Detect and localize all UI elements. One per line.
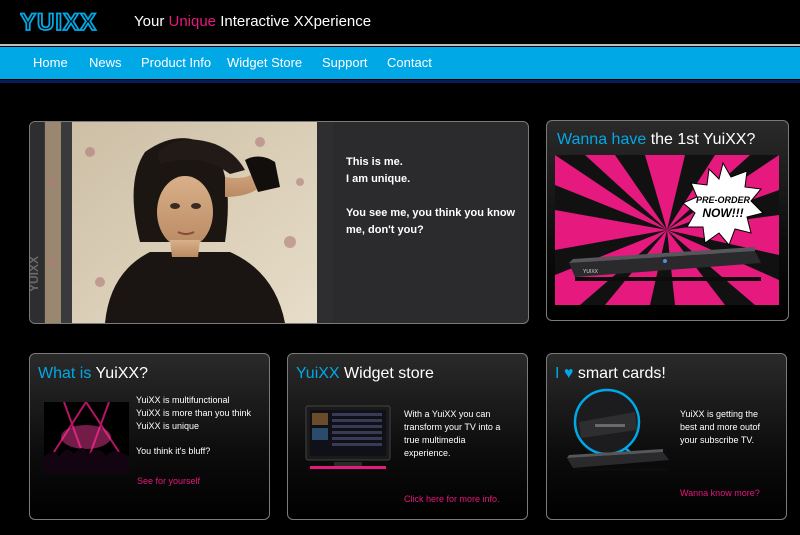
nav-item-home[interactable]: Home	[21, 47, 80, 83]
svg-text:NOW!!!: NOW!!!	[702, 206, 743, 220]
card-smart-cards: I ♥ smart cards! YuiXX is getting the be…	[546, 353, 787, 520]
card-what-is-text: YuiXX is multifunctional YuiXX is more t…	[136, 395, 252, 456]
site-tagline: Your Unique Interactive XXperience	[134, 13, 372, 30]
site-header: YUIXX Your Unique Interactive XXperience	[0, 0, 800, 44]
heart-icon: ♥	[563, 365, 574, 382]
preorder-panel[interactable]: Wanna have the 1st YuiXX? PRE-ORDER NOW!…	[546, 120, 789, 321]
card-widget-store-text: With a YuiXX you can transform your TV i…	[404, 409, 501, 458]
svg-text:YUIXX: YUIXX	[20, 9, 97, 36]
preorder-title: Wanna have the 1st YuiXX?	[557, 131, 756, 148]
see-for-yourself-link[interactable]: See for yourself	[137, 476, 200, 486]
hero-line-1: This is me.	[346, 156, 403, 168]
card-what-is: What is YuiXX? YuiXX is multifunctional …	[29, 353, 270, 520]
hero-text: This is me. I am unique. You see me, you…	[346, 154, 526, 239]
click-here-more-info-link[interactable]: Click here for more info.	[404, 494, 500, 504]
svg-text:YUIXX: YUIXX	[583, 269, 599, 275]
concert-thumbnail	[44, 402, 129, 474]
wanna-know-more-link[interactable]: Wanna know more?	[680, 488, 760, 498]
main-nav: Home News Product Info Widget Store Supp…	[0, 47, 800, 83]
hero-panel: YUIXX This is me. I am unique. You see m…	[29, 121, 529, 324]
svg-text:YUIXX: YUIXX	[30, 256, 41, 292]
hero-line-2: I am unique.	[346, 173, 411, 185]
preorder-promo-image[interactable]: PRE-ORDER NOW!!! YUIXX	[555, 155, 779, 305]
tv-widget-thumbnail	[305, 405, 391, 469]
card-smart-cards-text: YuiXX is getting the best and more outof…	[680, 409, 761, 445]
svg-text:PRE-ORDER: PRE-ORDER	[696, 195, 751, 205]
hero-woman-photo: YUIXX	[30, 122, 333, 323]
nav-item-contact[interactable]: Contact	[387, 47, 432, 79]
header-divider	[0, 44, 800, 46]
nav-item-product-info[interactable]: Product Info	[141, 47, 211, 79]
yuixx-logo[interactable]: YUIXX	[20, 8, 120, 36]
hero-line-3: You see me, you think you know me, don't…	[346, 207, 516, 236]
nav-item-support[interactable]: Support	[322, 47, 368, 79]
card-widget-store: YuiXX Widget store With a YuiXX you can …	[287, 353, 528, 520]
card-smart-cards-title: I ♥ smart cards!	[555, 365, 666, 382]
nav-item-widget-store[interactable]: Widget Store	[227, 47, 302, 79]
smart-card-reader-thumbnail	[567, 388, 669, 471]
card-what-is-title: What is YuiXX?	[38, 365, 148, 382]
nav-divider	[0, 80, 800, 83]
nav-item-news[interactable]: News	[89, 47, 122, 79]
card-widget-store-title: YuiXX Widget store	[296, 365, 434, 382]
